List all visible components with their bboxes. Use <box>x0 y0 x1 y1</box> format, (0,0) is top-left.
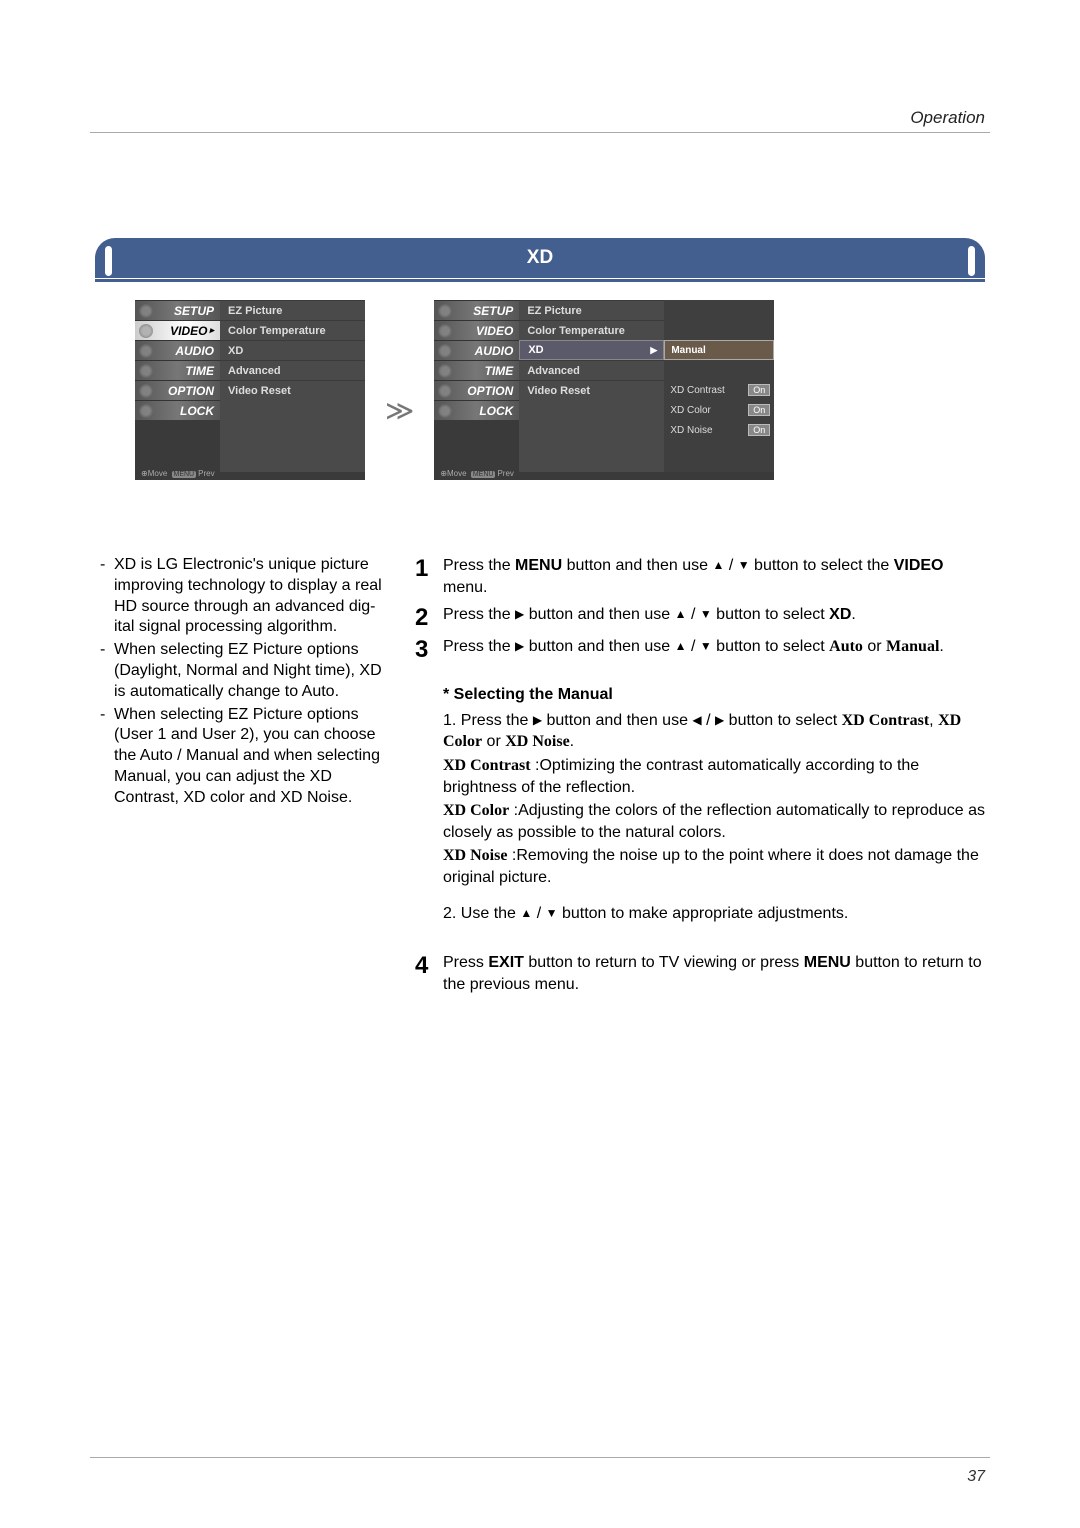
up-icon: ▲ <box>712 557 724 573</box>
osd-tab-option: OPTION <box>434 380 519 400</box>
left-icon: ◀ <box>692 712 701 728</box>
step-3: 3 Press the ▶ button and then use ▲ / ▼ … <box>415 636 990 662</box>
osd-tab-video: VIDEO▸ <box>135 320 220 340</box>
header-section-label: Operation <box>910 108 985 128</box>
osd2-item-color-temperature: Color Temperature <box>519 320 664 340</box>
title-text: XD <box>527 247 553 269</box>
up-icon: ▲ <box>675 638 687 654</box>
osd2-item-advanced: Advanced <box>519 360 664 380</box>
osd2-item-xd: XD▶ <box>519 340 664 360</box>
osd-tab-setup: SETUP <box>135 300 220 320</box>
step-number: 3 <box>415 636 443 662</box>
header-divider <box>90 132 990 133</box>
osd-tab-audio: AUDIO <box>434 340 519 360</box>
step-number: 1 <box>415 555 443 581</box>
osd1-item-xd: XD <box>220 340 365 360</box>
osd2-menu: EZ Picture Color Temperature XD▶ Advance… <box>519 300 664 472</box>
osd2-footer: ⊕Move MENUPrev <box>440 469 514 478</box>
osd1-menu: EZ Picture Color Temperature XD Advanced… <box>220 300 365 472</box>
osd-panel-right: SETUP VIDEO AUDIO TIME OPTION LOCK EZ Pi… <box>434 300 774 480</box>
osd2-param-xd-contrast: XD Contrast On <box>664 380 774 400</box>
osd2-param-xd-color: XD Color On <box>664 400 774 420</box>
footer-divider <box>90 1457 990 1458</box>
note-item: -XD is LG Electronic's unique picture im… <box>100 555 385 638</box>
osd-tab-lock: LOCK <box>434 400 519 420</box>
osd-tab-audio: AUDIO <box>135 340 220 360</box>
steps-column: 1 Press the MENU button and then use ▲ /… <box>415 555 990 1001</box>
down-icon: ▼ <box>738 557 750 573</box>
transition-arrow-icon: ≫ <box>385 394 414 427</box>
title-underline <box>95 279 985 282</box>
manual-page: Operation XD SETUP VIDEO▸ AUDIO TIME OPT… <box>0 0 1080 1528</box>
right-icon: ▶ <box>715 712 724 728</box>
up-icon: ▲ <box>520 905 532 921</box>
down-icon: ▼ <box>546 905 558 921</box>
osd1-tabs: SETUP VIDEO▸ AUDIO TIME OPTION LOCK <box>135 300 220 472</box>
osd-tab-option: OPTION <box>135 380 220 400</box>
osd2-mode-manual: Manual <box>664 340 774 360</box>
manual-sub-block: * Selecting the Manual 1. Press the ▶ bu… <box>443 684 990 924</box>
osd1-footer: ⊕Move MENUPrev <box>141 469 215 478</box>
osd2-item-video-reset: Video Reset <box>519 380 664 400</box>
sub-block-title: * Selecting the Manual <box>443 684 990 706</box>
osd-panel-left: SETUP VIDEO▸ AUDIO TIME OPTION LOCK EZ P… <box>135 300 365 480</box>
osd-tab-setup: SETUP <box>434 300 519 320</box>
note-item: -When selecting EZ Picture options (User… <box>100 705 385 809</box>
down-icon: ▼ <box>700 638 712 654</box>
chevron-right-icon: ▶ <box>650 345 657 356</box>
osd2-tabs: SETUP VIDEO AUDIO TIME OPTION LOCK <box>434 300 519 472</box>
page-number: 37 <box>967 1468 985 1486</box>
osd1-item-advanced: Advanced <box>220 360 365 380</box>
osd-tab-time: TIME <box>434 360 519 380</box>
osd-tab-time: TIME <box>135 360 220 380</box>
step-number: 2 <box>415 604 443 630</box>
title-bar: XD <box>95 238 985 282</box>
step-number: 4 <box>415 952 443 978</box>
note-item: -When selecting EZ Picture options (Dayl… <box>100 640 385 702</box>
notes-column: -XD is LG Electronic's unique picture im… <box>100 555 385 1001</box>
right-icon: ▶ <box>533 712 542 728</box>
osd1-item-color-temperature: Color Temperature <box>220 320 365 340</box>
step-4: 4 Press EXIT button to return to TV view… <box>415 952 990 995</box>
osd2-item-ez-picture: EZ Picture <box>519 300 664 320</box>
osd-tab-lock: LOCK <box>135 400 220 420</box>
step-1: 1 Press the MENU button and then use ▲ /… <box>415 555 990 598</box>
right-icon: ▶ <box>515 638 524 654</box>
right-icon: ▶ <box>515 606 524 622</box>
osd2-submenu: Manual XD Contrast On XD Color On XD Noi… <box>664 300 774 472</box>
up-icon: ▲ <box>675 606 687 622</box>
step-2: 2 Press the ▶ button and then use ▲ / ▼ … <box>415 604 990 630</box>
osd1-item-video-reset: Video Reset <box>220 380 365 400</box>
osd-preview-row: SETUP VIDEO▸ AUDIO TIME OPTION LOCK EZ P… <box>135 300 980 480</box>
osd-tab-video: VIDEO <box>434 320 519 340</box>
osd1-item-ez-picture: EZ Picture <box>220 300 365 320</box>
down-icon: ▼ <box>700 606 712 622</box>
body-columns: -XD is LG Electronic's unique picture im… <box>100 555 990 1001</box>
osd2-param-xd-noise: XD Noise On <box>664 420 774 440</box>
